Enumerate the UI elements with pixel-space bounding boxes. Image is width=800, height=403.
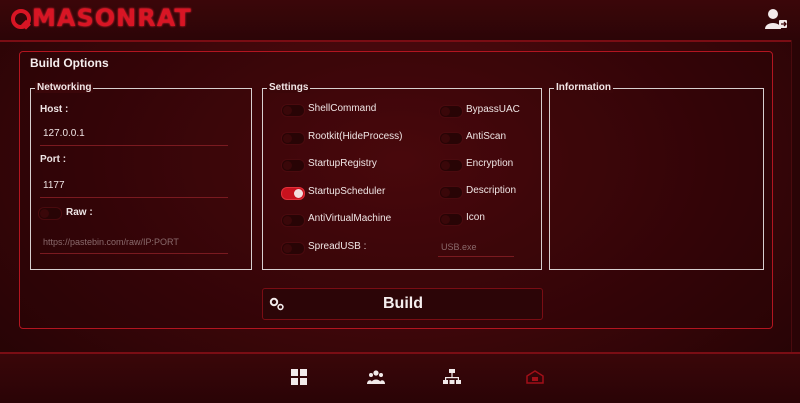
raw-label: Raw : xyxy=(66,207,93,218)
port-underline xyxy=(40,197,228,198)
top-bar: MASONRAT xyxy=(0,0,800,42)
toggle-spreadusb[interactable] xyxy=(281,241,305,255)
toggle-icon[interactable] xyxy=(439,213,463,226)
toggle-shellcommand[interactable] xyxy=(281,104,305,117)
option-label: Rootkit(HideProcess) xyxy=(308,130,403,142)
toggle-startupregistry[interactable] xyxy=(281,159,305,172)
app-title: MASONRAT xyxy=(32,4,192,32)
settings-legend: Settings xyxy=(267,82,311,93)
raw-url-input[interactable]: https://pastebin.com/raw/IP:PORT xyxy=(43,237,179,247)
information-group: Information xyxy=(549,82,764,270)
bottom-nav xyxy=(0,352,800,403)
network-icon[interactable] xyxy=(443,368,461,386)
toggle-encryption[interactable] xyxy=(439,159,463,172)
toggle-rootkit-hideprocess[interactable] xyxy=(281,131,305,145)
settings-group: Settings xyxy=(262,82,542,270)
option-label: StartupRegistry xyxy=(308,158,377,169)
option-label: Encryption xyxy=(466,158,514,169)
gears-icon xyxy=(269,297,284,311)
toggle-antiscan[interactable] xyxy=(439,132,463,145)
host-label: Host : xyxy=(40,104,69,115)
option-label: AntiVirtualMachine xyxy=(308,213,392,224)
option-label: BypassUAC xyxy=(466,104,520,115)
user-logout-icon[interactable] xyxy=(764,7,788,31)
host-underline xyxy=(40,145,228,146)
raw-underline xyxy=(40,253,228,254)
raw-toggle[interactable] xyxy=(38,207,62,220)
scrollbar-track[interactable] xyxy=(791,40,800,352)
toggle-bypassuac[interactable] xyxy=(439,105,463,118)
usb-name-input[interactable]: USB.exe xyxy=(441,242,477,252)
dashboard-icon[interactable] xyxy=(290,368,308,386)
option-label: AntiScan xyxy=(466,131,507,142)
users-icon[interactable] xyxy=(367,368,385,386)
builder-icon[interactable] xyxy=(526,368,544,386)
port-label: Port : xyxy=(40,154,67,165)
option-label: Description xyxy=(466,185,517,196)
port-input[interactable]: 1177 xyxy=(43,180,65,191)
option-label: Icon xyxy=(466,212,485,223)
build-label: Build xyxy=(383,295,423,312)
build-button[interactable]: Build xyxy=(262,288,543,320)
option-label: SpreadUSB : xyxy=(308,240,367,252)
toggle-startupscheduler[interactable] xyxy=(281,186,305,200)
logo-icon xyxy=(11,9,31,30)
panel-title: Build Options xyxy=(30,56,109,70)
toggle-antivirtualmachine[interactable] xyxy=(281,214,305,227)
information-legend: Information xyxy=(554,82,613,93)
host-input[interactable]: 127.0.0.1 xyxy=(43,128,85,139)
toggle-description[interactable] xyxy=(439,186,463,199)
option-label: ShellCommand xyxy=(308,103,377,114)
option-label: StartupScheduler xyxy=(308,185,386,197)
networking-legend: Networking xyxy=(35,82,94,93)
usb-underline xyxy=(438,256,514,257)
